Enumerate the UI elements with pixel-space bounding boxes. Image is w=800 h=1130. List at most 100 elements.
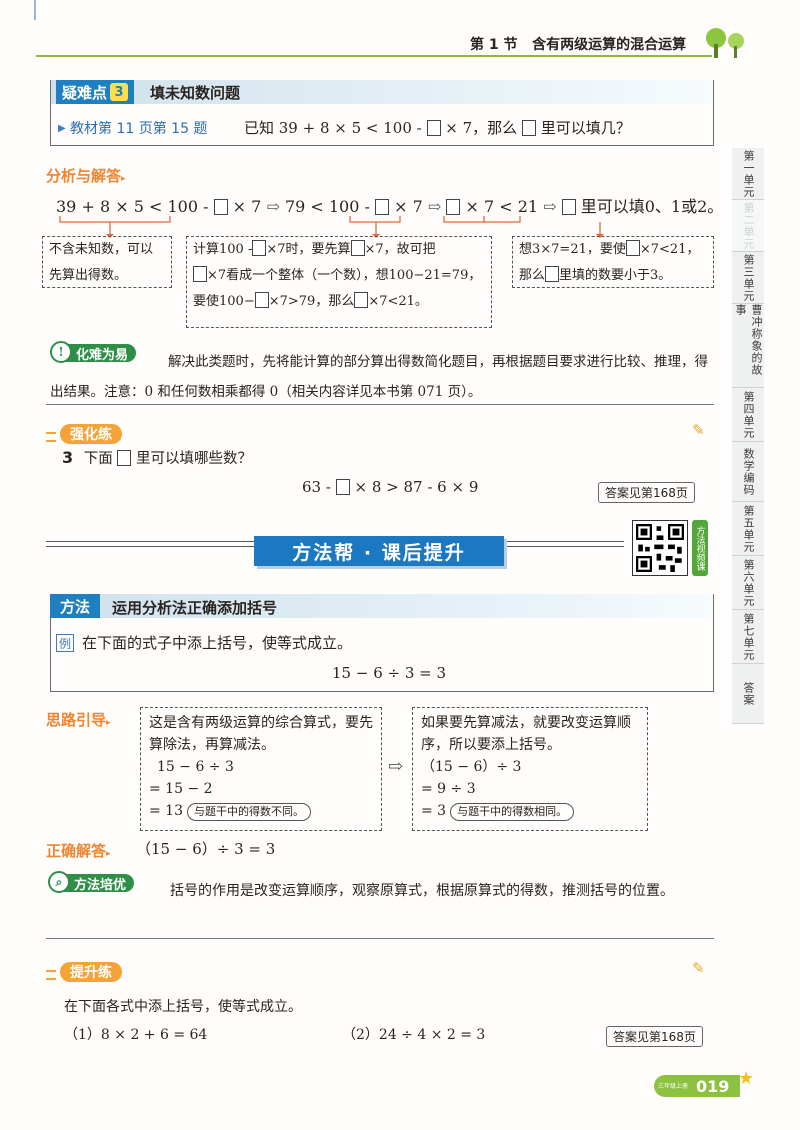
unit-tab[interactable]: 曹冲称象的故事 (732, 304, 764, 388)
hollow-arrow-icon: ⇨ (388, 756, 404, 777)
pencil-icon: ✎ (692, 959, 705, 977)
equation-part: 63 - (302, 478, 331, 496)
note-box-2: 计算100 - ×7时，要先算 ×7，故可把 ×7看成一个整体（一个数），想100−… (186, 236, 492, 328)
tip-divider (46, 404, 714, 405)
blank-box (252, 240, 267, 256)
note-text: 想3×7=21，要使 (519, 242, 626, 257)
note-text: 不含未知数，可以先算出得数。 (49, 242, 154, 283)
unit-tab[interactable]: 第五单元 (732, 502, 764, 556)
blank-box (193, 266, 207, 282)
method-tip-divider (46, 938, 714, 939)
question-number: 3 (62, 448, 74, 467)
analysis-label-text: 分析与解答 (46, 167, 122, 185)
bulb-icon: ! (50, 341, 72, 363)
method-title: 运用分析法正确添加括号 (112, 599, 278, 617)
blank-box (521, 120, 536, 136)
qr-code-icon[interactable] (632, 520, 688, 576)
page-badge: 三年级上册 019 (654, 1075, 740, 1097)
note-text: ×7时，要先算 (266, 242, 351, 257)
tip-text: 解决此类题时，先将能计算的部分算出得数简化题目，再根据题目要求进行比较、推理，得… (50, 354, 708, 400)
page-number: 019 (696, 1076, 730, 1096)
blank-box (426, 120, 441, 136)
pencil-icon: ✎ (692, 421, 705, 439)
unit-tab[interactable]: 第一单元 (732, 148, 764, 200)
unit-tab[interactable]: 第二单元 (732, 200, 764, 252)
blank-box (545, 266, 560, 282)
calc-line: = 3 与题干中的得数相同。 (421, 800, 639, 822)
note-text: ×7>79，那么 (268, 294, 355, 309)
blank-box (375, 199, 389, 215)
practice-equation: 63 - × 8 > 87 - 6 × 9 (302, 478, 478, 496)
difficulty-tag-label: 疑难点 (62, 83, 108, 102)
correct-equation: （15 − 6）÷ 3 = 3 (136, 840, 276, 858)
difficulty-question: 已知 39 + 8 × 5 < 100 - × 7，那么 里可以填几？ (244, 117, 631, 138)
blank-box (561, 199, 576, 215)
difficulty-tag: 疑难点 3 (56, 80, 135, 104)
triangle-icon: ▸ (106, 718, 111, 728)
connector-lines (59, 216, 604, 238)
section-number: 第 1 节 (470, 37, 518, 53)
question-part: × 7，那么 (445, 119, 518, 137)
difficulty-title: 填未知数问题 (150, 84, 241, 102)
unit-tab[interactable]: 第四单元 (732, 388, 764, 442)
note-box-3: 想3×7=21，要使 ×7<21，那么 里填的数要小于3。 (512, 236, 714, 288)
triangle-icon: ▸ (106, 849, 111, 859)
badge-series: 三年级上册 (658, 1082, 689, 1090)
speech-bubble: 与题干中的得数不同。 (187, 803, 311, 821)
unit-tab[interactable]: 数学编码 (732, 442, 764, 502)
unit-tab[interactable]: 第七单元 (732, 610, 764, 664)
idea-box-left: 这是含有两级运算的综合算式，要先算除法，再算减法。 15 − 6 ÷ 3 = 1… (140, 707, 382, 831)
lift-question-1: （1）8 × 2 + 6 = 64 (64, 1027, 208, 1043)
calc-result: = 3 (421, 803, 447, 819)
magnifier-icon: ⌕ (48, 871, 70, 893)
idea-box-right: 如果要先算减法，就要改变运算顺序，所以要添上括号。 （15 − 6）÷ 3 = … (412, 707, 648, 831)
calc-line: = 9 ÷ 3 (421, 781, 476, 797)
method-tip-text: 括号的作用是改变运算顺序，观察原算式，根据原算式的得数，推测括号的位置。 (170, 883, 674, 899)
question-part: 已知 39 + 8 × 5 < 100 - (244, 119, 422, 137)
example-equation: 15 − 6 ÷ 3 = 3 (332, 664, 447, 682)
qr-label: 方法视频课 (692, 520, 708, 576)
speech-bubble: 与题干中的得数相同。 (450, 803, 575, 821)
answer-reference: 答案见第168页 (606, 1026, 703, 1047)
blank-box (335, 479, 350, 495)
triangle-icon: ▸ (121, 174, 126, 184)
blank-box (254, 292, 269, 308)
answer-reference: 答案见第168页 (598, 482, 695, 503)
practice-lines-icon (46, 432, 56, 442)
practice-question-3: 3 下面 里可以填哪些数？ (62, 447, 252, 468)
calc-line: = 15 − 2 (149, 781, 213, 797)
correct-label: 正确解答▸ (46, 840, 111, 861)
idea-text: 这是含有两级运算的综合算式，要先算除法，再算减法。 (149, 715, 373, 753)
lift-practice-tag: 提升练 (60, 962, 122, 982)
textbook-reference: 教材第 11 页第 15 题 (70, 121, 208, 137)
correct-label-text: 正确解答 (46, 842, 107, 860)
strong-practice-tag: 强化练 (60, 424, 122, 444)
note-box-1: 不含未知数，可以先算出得数。 (42, 236, 172, 288)
blank-box (213, 199, 228, 215)
calc-line: = 13 与题干中的得数不同。 (149, 800, 373, 822)
blank-box (350, 240, 365, 256)
blank-box (625, 240, 640, 256)
question-text: 里可以填哪些数？ (135, 451, 252, 467)
unit-tabs: 第一单元 第二单元 第三单元 曹冲称象的故事 第四单元 数学编码 第五单元 第六单元 第七单元答… (732, 148, 764, 724)
method-tag: 方法 (50, 594, 101, 618)
banner-title: 方法帮 · 课后提升 (254, 536, 504, 566)
top-tab-edge (0, 0, 36, 20)
unit-tab[interactable]: 答案 (732, 664, 764, 724)
header-rule (36, 55, 712, 57)
blank-box (117, 450, 132, 466)
idea-label-text: 思路引导 (46, 711, 107, 729)
question-text: 下面 (83, 451, 113, 467)
unit-tab[interactable]: 第三单元 (732, 252, 764, 304)
example-tag: 例 (56, 634, 74, 652)
unit-tab[interactable]: 第六单元 (732, 556, 764, 610)
example-text: 在下面的式子中添上括号，使等式成立。 (82, 634, 353, 652)
triangle-right-icon: ▶ (58, 123, 66, 134)
section-title: 含有两级运算的混合运算 (532, 37, 687, 53)
calc-line: 15 − 6 ÷ 3 (157, 759, 234, 775)
note-text: ×7<21。 (368, 294, 428, 309)
lift-question-2: （2）24 ÷ 4 × 2 = 3 (342, 1027, 486, 1043)
note-text: ×7，故可把 (364, 242, 436, 257)
calc-line: （15 − 6）÷ 3 (421, 759, 522, 775)
page-header: 第 1 节 含有两级运算的混合运算 (470, 34, 686, 54)
